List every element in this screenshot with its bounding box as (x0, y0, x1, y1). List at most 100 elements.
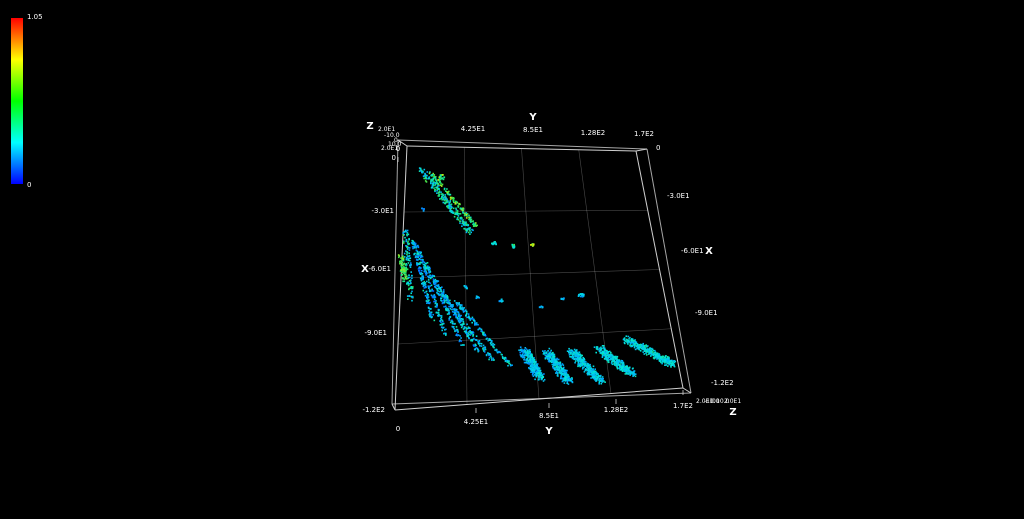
data-point (445, 299, 447, 301)
data-point (419, 255, 422, 257)
data-point (401, 255, 404, 258)
data-point (457, 206, 459, 208)
data-point (453, 327, 455, 330)
data-point (422, 275, 424, 277)
data-point (419, 273, 422, 275)
data-point (440, 326, 443, 329)
data-point (559, 377, 562, 380)
data-point (434, 189, 436, 191)
data-point (631, 341, 633, 344)
data-point (600, 346, 602, 349)
data-point (531, 373, 534, 376)
data-point (440, 316, 443, 319)
data-point (432, 177, 434, 180)
data-point (448, 202, 451, 205)
data-point (654, 356, 657, 358)
data-point (459, 217, 462, 219)
data-point (634, 344, 636, 347)
data-point (609, 353, 612, 356)
data-point (604, 381, 606, 383)
x-tick-3-left: -9.0E1 (364, 329, 387, 337)
data-point (472, 318, 474, 320)
data-point (595, 377, 597, 380)
data-point (448, 317, 450, 320)
data-point (459, 220, 461, 222)
data-point (427, 268, 429, 270)
data-point (529, 355, 532, 358)
data-point (400, 274, 403, 276)
data-point (433, 187, 435, 189)
data-point (480, 345, 483, 347)
3d-plot-viewport[interactable]: 0 4.25E1 8.5E1 1.28E2 1.7E2 Y 0 4.25E1 8… (0, 0, 1024, 519)
x-tick-2-left: -6.0E1 (368, 265, 391, 273)
data-point (614, 364, 616, 366)
data-point (409, 264, 412, 267)
data-point (439, 175, 442, 177)
data-point (448, 310, 450, 312)
data-point (646, 348, 648, 350)
data-point (643, 347, 645, 350)
data-point (468, 218, 470, 221)
data-point (629, 336, 631, 339)
data-point (592, 368, 594, 370)
data-point (410, 286, 412, 288)
data-point (513, 245, 516, 248)
data-point (528, 350, 531, 353)
data-point (488, 356, 491, 359)
data-point (422, 263, 425, 266)
data-point (574, 360, 577, 362)
data-point (408, 252, 410, 255)
data-point (454, 312, 456, 314)
data-point (485, 354, 488, 357)
data-point (561, 363, 564, 365)
data-point (592, 365, 595, 368)
data-point (409, 257, 412, 259)
data-point (410, 271, 412, 273)
data-point (621, 367, 624, 369)
data-point (569, 355, 571, 358)
data-point (449, 198, 452, 200)
data-point (488, 353, 491, 355)
data-point (473, 320, 475, 322)
data-point (460, 324, 463, 326)
data-point (519, 346, 522, 348)
data-point (473, 345, 475, 347)
data-point (553, 360, 555, 363)
data-point (459, 213, 462, 215)
data-point (533, 363, 536, 365)
data-point (407, 240, 409, 243)
data-point (402, 278, 405, 280)
data-point (454, 202, 457, 204)
data-point (447, 200, 449, 202)
data-point (441, 329, 443, 332)
data-point (420, 251, 422, 254)
data-point (577, 358, 580, 361)
data-point (474, 348, 476, 351)
data-point (576, 354, 578, 357)
data-point (449, 308, 452, 310)
data-point (504, 356, 506, 359)
data-point (431, 174, 434, 176)
data-point (446, 205, 449, 208)
data-point (449, 196, 452, 199)
data-point (424, 283, 427, 286)
data-point (451, 304, 454, 306)
data-point (496, 351, 499, 354)
data-point (658, 357, 660, 359)
data-point (584, 363, 587, 366)
data-point (667, 356, 669, 358)
data-point (409, 283, 411, 285)
y-tick-1-top: 4.25E1 (461, 125, 485, 133)
data-point (593, 376, 596, 378)
data-point (462, 318, 464, 320)
data-point (639, 350, 642, 352)
data-point (441, 198, 443, 201)
data-point (435, 179, 437, 182)
data-point (443, 296, 446, 298)
data-point (646, 350, 648, 353)
data-point (600, 352, 603, 354)
data-point (445, 334, 447, 336)
data-point (414, 252, 416, 255)
data-point (652, 357, 655, 359)
data-point (466, 333, 468, 336)
